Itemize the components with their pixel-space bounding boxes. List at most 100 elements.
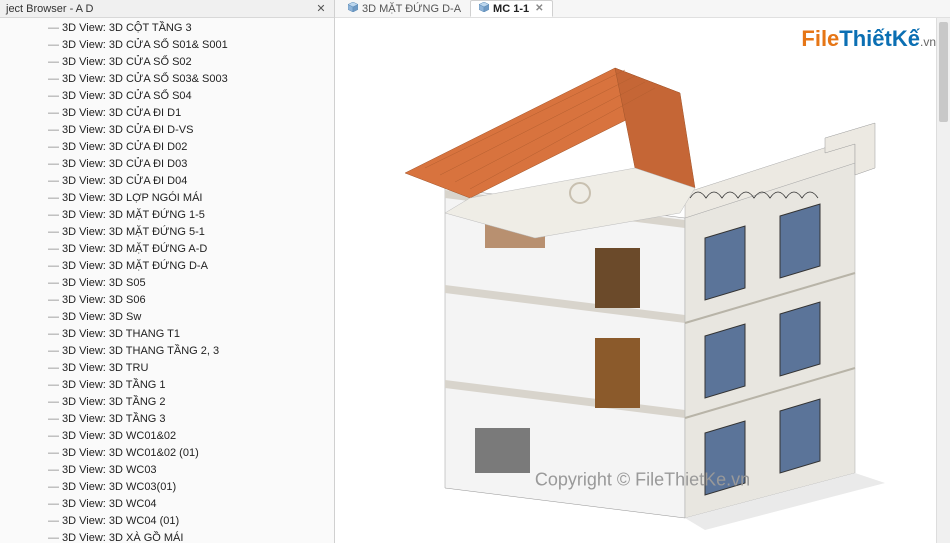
tree-item[interactable]: — 3D View: 3D CỬA ĐI D02 <box>44 139 334 156</box>
tab-label: 3D MẶT ĐỨNG D-A <box>362 3 461 15</box>
tree-item-label: 3D View: 3D CỬA ĐI D-VS <box>62 123 193 138</box>
tree-item[interactable]: — 3D View: 3D WC03 <box>44 462 334 479</box>
view-tree[interactable]: —3D View: 3D CỘT TẦNG 3—3D View: 3D CỬA … <box>0 18 334 543</box>
tree-dash-icon: — <box>48 412 58 427</box>
building-3d-section <box>385 38 895 538</box>
viewport-3d[interactable]: FileThiếtKế.vn Copyright © FileThietKe.v… <box>335 18 950 543</box>
tree-item[interactable]: — 3D View: 3D CỬA SỔ S04 <box>44 88 334 105</box>
project-browser-header: ject Browser - A D ✕ <box>0 0 334 18</box>
tree-dash-icon: — <box>48 174 58 189</box>
tree-item[interactable]: — 3D View: 3D S06 <box>44 292 334 309</box>
tree-dash-icon: — <box>48 276 58 291</box>
project-browser-panel: ject Browser - A D ✕ —3D View: 3D CỘT TẦ… <box>0 0 335 543</box>
tree-item-label: 3D View: 3D S05 <box>62 276 146 291</box>
view-tab[interactable]: 3D MẶT ĐỨNG D-A <box>339 0 470 17</box>
tree-item[interactable]: — 3D View: 3D MẶT ĐỨNG D-A <box>44 258 334 275</box>
logo-suffix: ThiếtKế <box>839 26 920 51</box>
app-root: ject Browser - A D ✕ —3D View: 3D CỘT TẦ… <box>0 0 950 543</box>
main-area: 3D MẶT ĐỨNG D-A MC 1-1 ✕ <box>335 0 950 543</box>
tree-dash-icon: — <box>48 72 58 87</box>
tree-item-label: 3D View: 3D MẶT ĐỨNG D-A <box>62 259 208 274</box>
tree-dash-icon: — <box>48 327 58 342</box>
tree-dash-icon: — <box>48 38 58 53</box>
tree-item-label: 3D View: 3D THANG T1 <box>62 327 180 342</box>
tree-dash-icon: — <box>48 157 58 172</box>
tree-item[interactable]: —3D View: 3D CỬA ĐI D04 <box>44 173 334 190</box>
tree-item-label: 3D View: 3D WC04 (01) <box>62 514 179 529</box>
tree-item[interactable]: — 3D View: 3D WC04 (01) <box>44 513 334 530</box>
tree-dash-icon: — <box>48 293 58 308</box>
tree-dash-icon: — <box>48 463 58 478</box>
tree-item-label: 3D View: 3D WC01&02 <box>62 429 176 444</box>
tree-item[interactable]: — 3D View: 3D CỬA ĐI D-VS <box>44 122 334 139</box>
tree-item-label: 3D View: 3D S06 <box>62 293 146 308</box>
tree-item-label: 3D View: 3D LỢP NGÓI MÁI <box>62 191 202 206</box>
tree-item-label: 3D View: 3D TẦNG 3 <box>62 412 166 427</box>
tree-item[interactable]: — 3D View: 3D MẶT ĐỨNG 1-5 <box>44 207 334 224</box>
tree-item-label: 3D View: 3D Sw <box>62 310 141 325</box>
tree-item[interactable]: — 3D View: 3D CỬA SỔ S03& S003 <box>44 71 334 88</box>
tree-item-label: 3D View: 3D CỬA ĐI D02 <box>62 140 187 155</box>
tab-label: MC 1-1 <box>493 3 529 15</box>
tree-item[interactable]: — 3D View: 3D Sw <box>44 309 334 326</box>
tree-dash-icon: — <box>48 140 58 155</box>
tree-dash-icon: — <box>48 514 58 529</box>
tree-item-label: 3D View: 3D XÀ GỒ MÁI <box>62 531 183 543</box>
tree-item[interactable]: — 3D View: 3D TẦNG 3 <box>44 411 334 428</box>
tree-item-label: 3D View: 3D MẶT ĐỨNG 1-5 <box>62 208 205 223</box>
tree-item[interactable]: —3D View: 3D LỢP NGÓI MÁI <box>44 190 334 207</box>
tree-item[interactable]: — 3D View: 3D CỬA SỔ S01& S001 <box>44 37 334 54</box>
tree-dash-icon: — <box>48 225 58 240</box>
tree-item[interactable]: — 3D View: 3D WC03(01) <box>44 479 334 496</box>
view-tabs: 3D MẶT ĐỨNG D-A MC 1-1 ✕ <box>335 0 950 18</box>
tree-item[interactable]: —3D View: 3D TRU <box>44 360 334 377</box>
tree-item[interactable]: —3D View: 3D CỬA SỔ S02 <box>44 54 334 71</box>
tree-dash-icon: — <box>48 123 58 138</box>
tree-dash-icon: — <box>48 378 58 393</box>
tree-item[interactable]: —3D View: 3D WC04 <box>44 496 334 513</box>
tree-item-label: 3D View: 3D MẶT ĐỨNG 5-1 <box>62 225 205 240</box>
tree-item[interactable]: —3D View: 3D WC01&02 <box>44 428 334 445</box>
tree-item[interactable]: — 3D View: 3D CỬA ĐI D03 <box>44 156 334 173</box>
close-icon[interactable]: ✕ <box>314 2 328 16</box>
tree-item[interactable]: — 3D View: 3D XÀ GỒ MÁI <box>44 530 334 543</box>
tree-item[interactable]: —3D View: 3D CỬA ĐI D1 <box>44 105 334 122</box>
tree-dash-icon: — <box>48 89 58 104</box>
tree-dash-icon: — <box>48 21 58 36</box>
tree-dash-icon: — <box>48 531 58 543</box>
watermark-logo: FileThiếtKế.vn <box>801 26 936 52</box>
tree-item-label: 3D View: 3D CỬA SỔ S03& S003 <box>62 72 228 87</box>
tree-item-label: 3D View: 3D WC01&02 (01) <box>62 446 199 461</box>
tree-item-label: 3D View: 3D CỬA SỔ S01& S001 <box>62 38 228 53</box>
tree-item[interactable]: — 3D View: 3D S05 <box>44 275 334 292</box>
tab-close-icon[interactable]: ✕ <box>535 3 543 14</box>
tree-dash-icon: — <box>48 480 58 495</box>
tree-item[interactable]: —3D View: 3D CỘT TẦNG 3 <box>44 20 334 37</box>
tree-item-label: 3D View: 3D CỬA SỔ S04 <box>62 89 192 104</box>
view-tab[interactable]: MC 1-1 ✕ <box>470 0 552 17</box>
tree-item-label: 3D View: 3D TRU <box>62 361 148 376</box>
tree-item[interactable]: — 3D View: 3D THANG T1 <box>44 326 334 343</box>
tree-item[interactable]: —3D View: 3D THANG TẦNG 2, 3 <box>44 343 334 360</box>
tree-item[interactable]: —3D View: 3D TẦNG 1 <box>44 377 334 394</box>
tree-dash-icon: — <box>48 259 58 274</box>
tree-dash-icon: — <box>48 344 58 359</box>
tree-item[interactable]: —3D View: 3D MẶT ĐỨNG A-D <box>44 241 334 258</box>
tree-dash-icon: — <box>48 395 58 410</box>
tree-item-label: 3D View: 3D WC04 <box>62 497 157 512</box>
tree-dash-icon: — <box>48 310 58 325</box>
logo-tld: .vn <box>920 35 936 49</box>
tree-item-label: 3D View: 3D WC03 <box>62 463 157 478</box>
cube-3d-icon <box>348 2 358 15</box>
tree-dash-icon: — <box>48 55 58 70</box>
tree-item[interactable]: — 3D View: 3D MẶT ĐỨNG 5-1 <box>44 224 334 241</box>
scrollbar-vertical[interactable] <box>936 18 950 543</box>
tree-dash-icon: — <box>48 208 58 223</box>
tree-item[interactable]: — 3D View: 3D WC01&02 (01) <box>44 445 334 462</box>
tree-item-label: 3D View: 3D CỬA ĐI D03 <box>62 157 187 172</box>
tree-item[interactable]: —3D View: 3D TẦNG 2 <box>44 394 334 411</box>
scrollbar-thumb[interactable] <box>939 22 948 122</box>
tree-dash-icon: — <box>48 106 58 121</box>
tree-dash-icon: — <box>48 446 58 461</box>
tree-item-label: 3D View: 3D WC03(01) <box>62 480 176 495</box>
